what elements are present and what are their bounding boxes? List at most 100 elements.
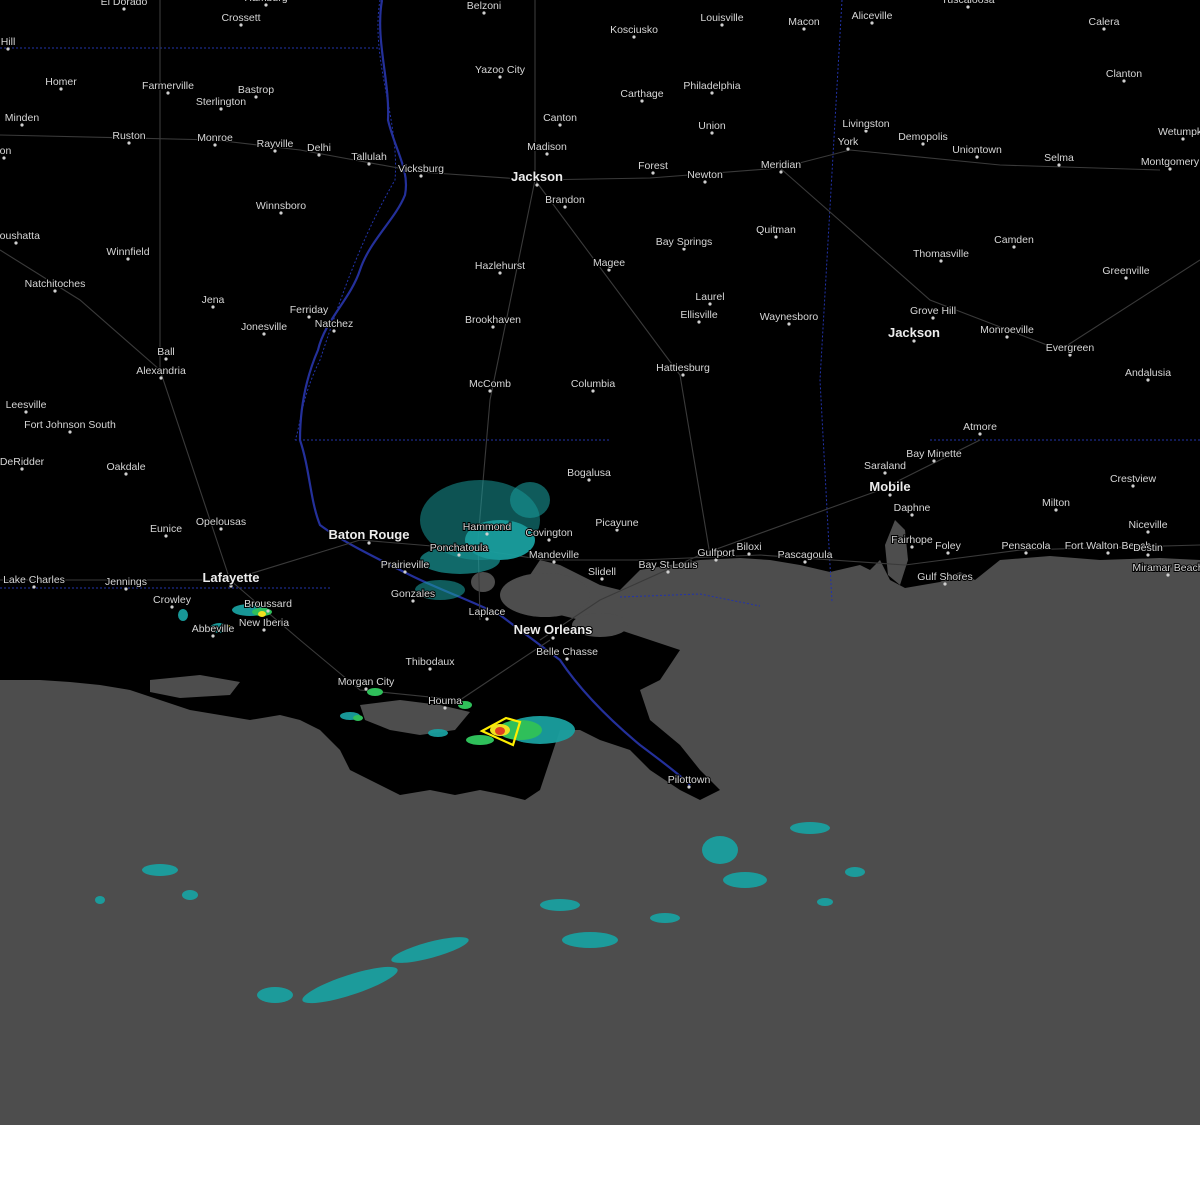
map-canvas[interactable]: El Dorado Hamburg Belzoni Kosciusko Louisvil… — [0, 0, 1200, 1125]
city-label: Opelousas — [196, 516, 246, 528]
city-label: Ferriday — [290, 304, 329, 316]
city-label: McComb — [469, 378, 511, 390]
city-label: Brandon — [545, 194, 585, 206]
city-label: Thibodaux — [405, 656, 455, 668]
city-label: Winnfield — [106, 246, 149, 258]
city-label: Vicksburg — [398, 163, 444, 175]
city-label: Slidell — [588, 566, 616, 578]
city-label: Quitman — [756, 224, 796, 236]
city-label: Bay Minette — [906, 448, 962, 460]
city-label: Demopolis — [898, 131, 948, 143]
city-label: Belle Chasse — [536, 646, 598, 658]
city-label: Louisville — [700, 12, 743, 24]
city-label: Newton — [687, 169, 723, 181]
city-label: Coushatta — [0, 230, 40, 242]
city-label: Ruston — [112, 130, 145, 142]
city-label: Daphne — [894, 502, 931, 514]
city-label: Crowley — [153, 594, 192, 606]
city-label: Destin — [1133, 542, 1163, 554]
city-label: Delhi — [307, 142, 331, 154]
city-label: Brookhaven — [465, 314, 521, 326]
city-label: Monroe — [197, 132, 233, 144]
city-label: Ball — [157, 346, 175, 358]
city-label: Greenville — [1102, 265, 1149, 277]
city-label: Ponchatoula — [430, 542, 489, 554]
city-marker: Jackson — [510, 168, 564, 187]
city-label: Macon — [788, 16, 820, 28]
city-label: Broussard — [244, 598, 292, 610]
city-label: York — [838, 136, 859, 148]
city-label: Mandeville — [529, 549, 579, 561]
city-label: Monroeville — [980, 324, 1034, 336]
city-label: Biloxi — [736, 541, 761, 553]
lake-pontchartrain — [500, 573, 590, 617]
city-marker: New Orleans — [513, 621, 593, 640]
city-marker: Mobile — [868, 478, 912, 497]
city-label: Mobile — [869, 479, 910, 494]
city-label: Jena — [202, 294, 225, 306]
city-label: Laurel — [695, 291, 724, 303]
city-label: Meridian — [761, 159, 801, 171]
city-label: Covington — [525, 527, 572, 539]
city-label: Hamburg — [244, 0, 287, 4]
city-label: New Iberia — [239, 617, 289, 629]
city-label: Clanton — [1106, 68, 1142, 80]
city-label: Niceville — [1128, 519, 1167, 531]
city-label: Gulfport — [697, 547, 734, 559]
city-label: Calera — [1089, 16, 1120, 28]
city-label: Jonesville — [241, 321, 287, 333]
city-label: Natchitoches — [25, 278, 86, 290]
city-label: Baton Rouge — [329, 527, 410, 542]
city-label: Eunice — [150, 523, 182, 535]
city-label: Hill — [1, 36, 16, 48]
city-label: Fairhope — [891, 534, 933, 546]
city-label: Kosciusko — [610, 24, 658, 36]
city-label: Evergreen — [1046, 342, 1095, 354]
city-label: Morgan City — [338, 676, 395, 688]
city-label: Jackson — [511, 169, 563, 184]
city-label: Jennings — [105, 576, 147, 588]
city-label: Crestview — [1110, 473, 1157, 485]
city-label: Thomasville — [913, 248, 969, 260]
city-label: El Dorado — [101, 0, 148, 8]
city-label: Foley — [935, 540, 961, 552]
city-label: Rayville — [257, 138, 294, 150]
city-label: Winnsboro — [256, 200, 306, 212]
city-label: Crossett — [221, 12, 260, 24]
city-label: Camden — [994, 234, 1034, 246]
city-label: Forest — [638, 160, 668, 172]
city-label: Grove Hill — [910, 305, 956, 317]
city-label: Madison — [527, 141, 567, 153]
city-label: Tallulah — [351, 151, 387, 163]
city-label: Natchez — [315, 318, 354, 330]
city-marker: Lafayette — [201, 569, 261, 588]
city-label: Lafayette — [202, 570, 259, 585]
lake-maurepas — [471, 572, 495, 592]
city-label: Farmerville — [142, 80, 194, 92]
city-label: Minden — [5, 112, 40, 124]
city-label: Wetumpka — [1158, 126, 1200, 138]
city-label: Selma — [1044, 152, 1074, 164]
city-label: Sterlington — [196, 96, 246, 108]
city-label: Uniontown — [952, 144, 1002, 156]
city-label: Miramar Beach — [1132, 562, 1200, 574]
city-label: Abbeville — [192, 623, 235, 635]
city-label: Montgomery — [1141, 156, 1200, 168]
city-label: Philadelphia — [683, 80, 740, 92]
city-label: Homer — [45, 76, 77, 88]
city-label: Lake Charles — [3, 574, 65, 586]
city-marker: Baton Rouge — [328, 526, 410, 545]
city-label: Pascagoula — [778, 549, 833, 561]
city-label: Aliceville — [852, 10, 893, 22]
city-label: Gonzales — [391, 588, 435, 600]
city-label: Pilottown — [668, 774, 711, 786]
city-label: Carthage — [620, 88, 663, 100]
city-label: Fort Johnson South — [24, 419, 116, 431]
city-label: Hattiesburg — [656, 362, 710, 374]
city-label: Alexandria — [136, 365, 186, 377]
city-label: Hammond — [463, 521, 512, 533]
radar-map-view[interactable]: { "map": { "background_land": "#000000",… — [0, 0, 1200, 1200]
city-label: Ellisville — [680, 309, 718, 321]
city-label: Bastrop — [238, 84, 274, 96]
city-label: Oakdale — [106, 461, 145, 473]
